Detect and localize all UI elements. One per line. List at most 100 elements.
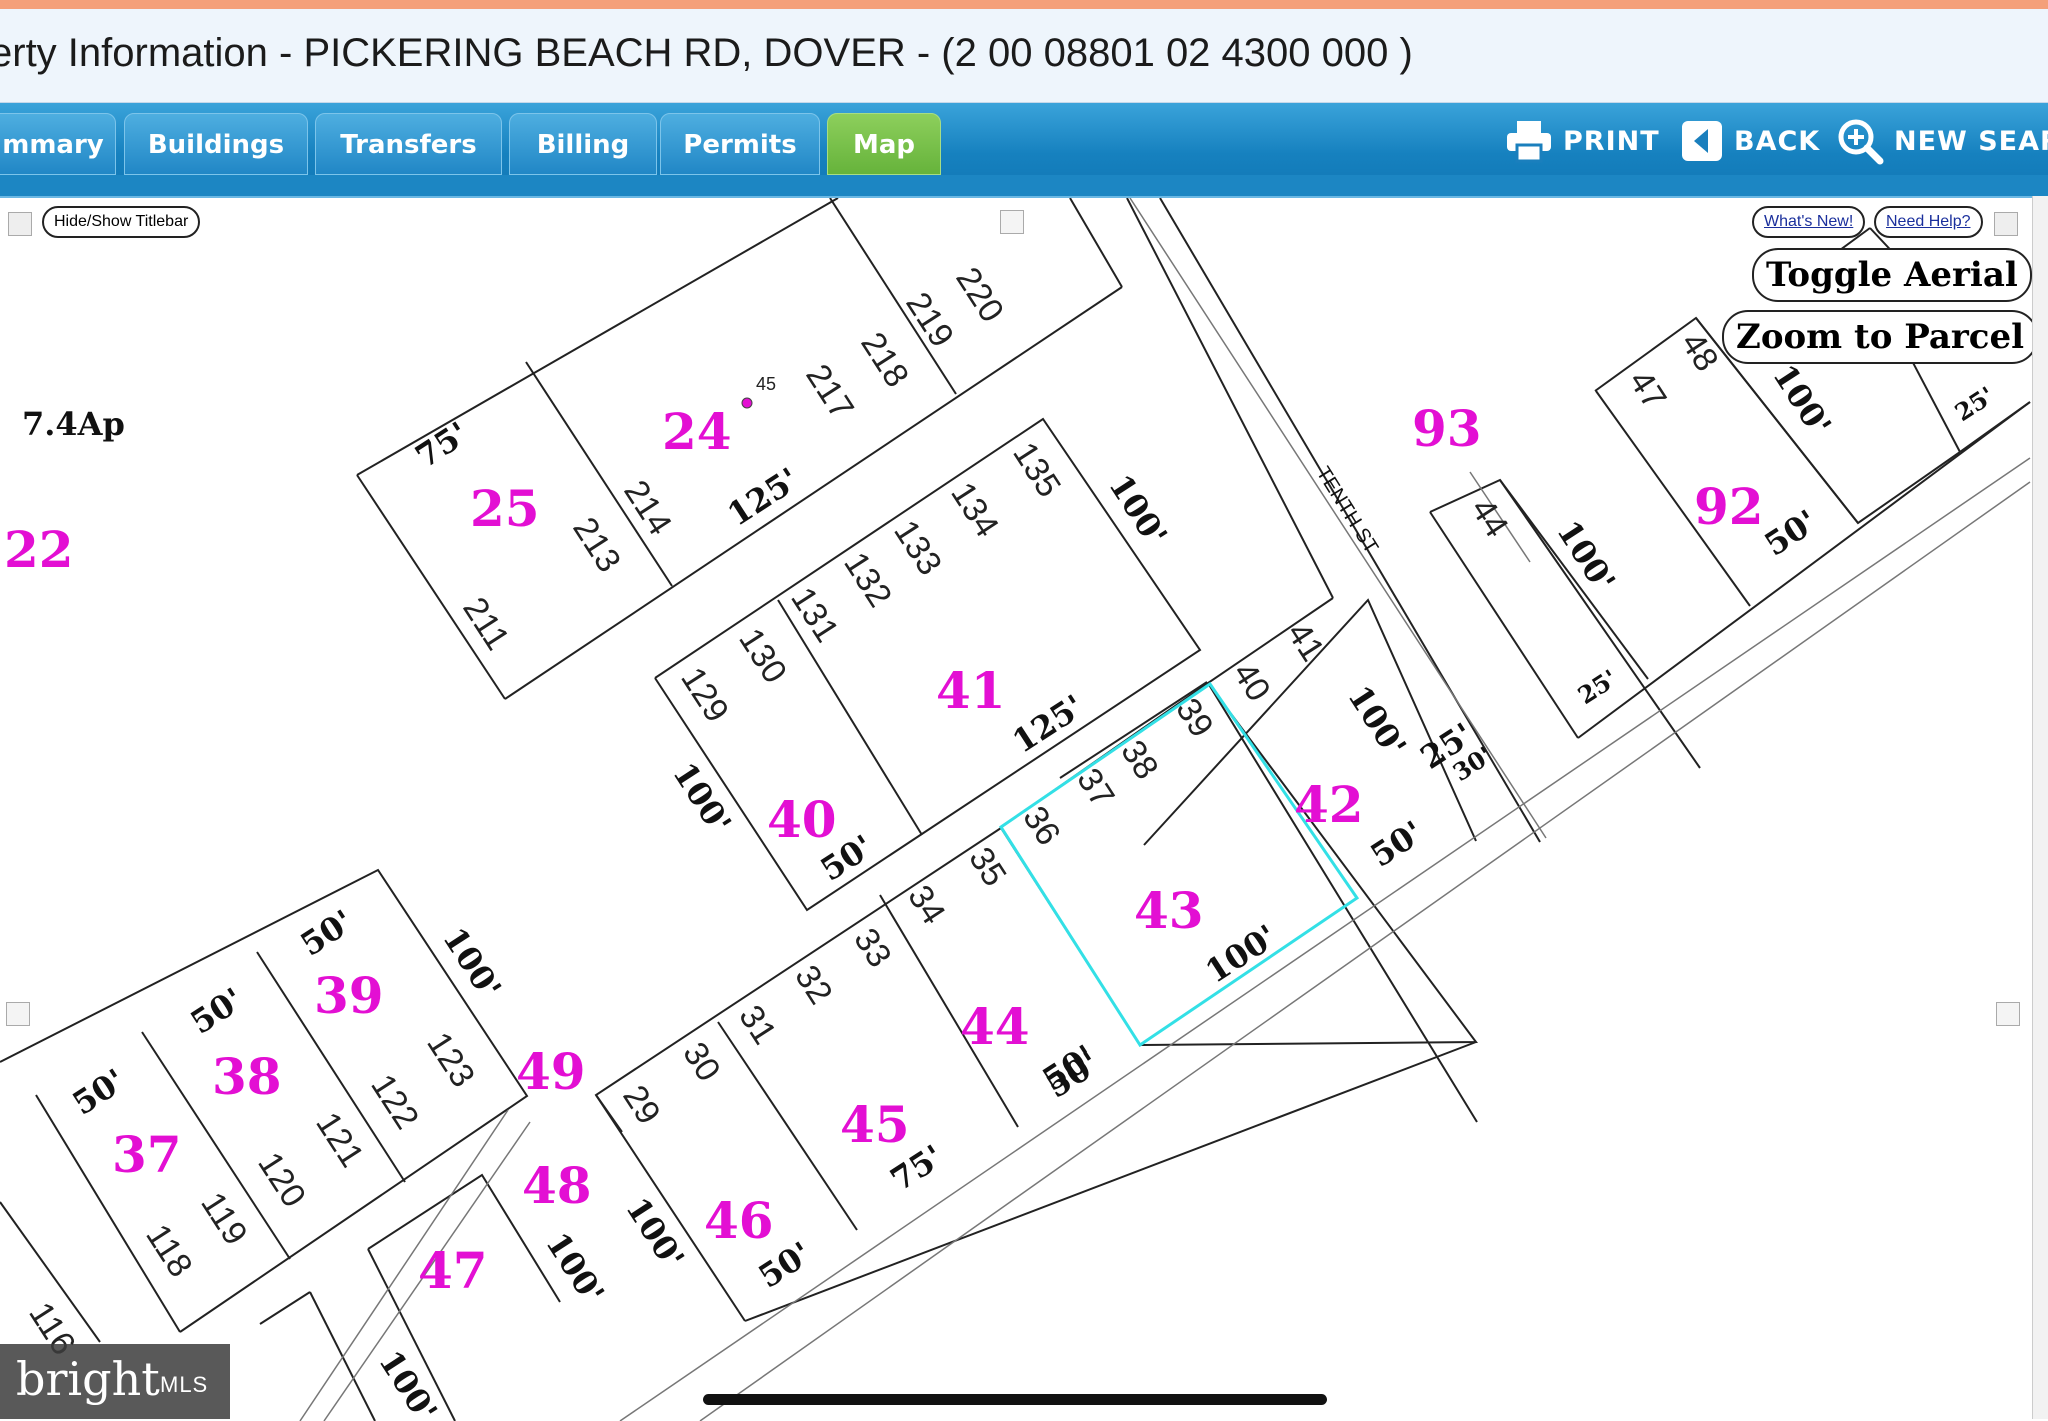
dimension-label: 50' xyxy=(294,902,360,963)
back-button[interactable]: BACK xyxy=(1680,115,1820,167)
dimension-label: 50' xyxy=(184,980,250,1041)
lot-number: 133 xyxy=(886,514,949,582)
parcel-lines xyxy=(0,198,2031,1421)
watermark-brand: bright xyxy=(16,1352,160,1406)
lot-number: 211 xyxy=(455,591,516,657)
tab-buildings[interactable]: Buildings xyxy=(124,113,308,175)
lot-number: 220 xyxy=(948,261,1011,329)
expand-corner-icon[interactable] xyxy=(1994,212,2018,236)
tab-billing[interactable]: Billing xyxy=(509,113,657,175)
hide-show-titlebar-button[interactable]: Hide/Show Titlebar xyxy=(42,206,201,238)
dimension-label: 100' xyxy=(665,756,739,841)
lot-number: 47 xyxy=(1621,364,1673,416)
top-accent-bar xyxy=(0,0,2048,9)
lot-number: 218 xyxy=(853,326,916,394)
parcel-number: 44 xyxy=(960,997,1030,1056)
lot-number: 37 xyxy=(1069,762,1121,814)
tab-permits[interactable]: Permits xyxy=(660,113,820,175)
print-button[interactable]: PRINT xyxy=(1505,115,1660,167)
zoom-search-icon xyxy=(1838,119,1884,165)
dimension-label: 50' xyxy=(1364,813,1430,874)
lot-number: 34 xyxy=(900,879,952,931)
tab-transfers[interactable]: Transfers xyxy=(315,113,502,175)
parcel-number: 40 xyxy=(767,790,837,849)
collapse-corner-icon[interactable] xyxy=(8,212,32,236)
printer-icon xyxy=(1507,121,1551,163)
lot-number: 122 xyxy=(363,1068,426,1136)
lot-number: 31 xyxy=(731,999,783,1051)
parcel-map-svg[interactable]: 22 24 25 41 40 93 92 39 38 37 43 42 44 4… xyxy=(0,198,2048,1421)
area-label: 7.4Ap xyxy=(22,405,125,443)
dimension-label: 100' xyxy=(618,1191,692,1276)
nav-strip xyxy=(0,175,2048,196)
pan-left-icon[interactable] xyxy=(6,1002,30,1026)
selected-parcel-number: 43 xyxy=(1134,881,1204,940)
dimension-label: 100' xyxy=(1549,514,1623,599)
parcel-number: 39 xyxy=(314,966,384,1025)
lot-number: 214 xyxy=(616,474,679,542)
whats-new-link[interactable]: What's New! xyxy=(1752,206,1866,238)
pan-right-icon[interactable] xyxy=(1996,1002,2020,1026)
parcel-number: 47 xyxy=(418,1241,488,1300)
new-search-button[interactable]: NEW SEARC xyxy=(1836,115,2048,167)
right-edge-panel xyxy=(2032,196,2048,1419)
toggle-aerial-button[interactable]: Toggle Aerial xyxy=(1752,248,2032,302)
lot-number: 38 xyxy=(1113,734,1165,786)
parcel-point xyxy=(741,397,753,409)
parcel-map[interactable]: 22 24 25 41 40 93 92 39 38 37 43 42 44 4… xyxy=(0,196,2048,1421)
parcel-number: 92 xyxy=(1694,477,1764,536)
lot-number: 41 xyxy=(1279,616,1331,668)
title-bar: erty Information - PICKERING BEACH RD, D… xyxy=(0,9,2048,103)
lot-number: 118 xyxy=(138,1218,199,1284)
parcel-number: 38 xyxy=(212,1047,282,1106)
lot-number: 135 xyxy=(1005,436,1068,504)
lot-number: 119 xyxy=(193,1186,254,1252)
parcel-number: 37 xyxy=(112,1125,182,1184)
pan-up-icon[interactable] xyxy=(1000,210,1024,234)
lot-number: 32 xyxy=(787,959,839,1011)
back-label: BACK xyxy=(1734,125,1821,157)
parcel-number: 42 xyxy=(1294,775,1364,834)
dimension-label: 50' xyxy=(66,1061,132,1122)
lot-number: 30 xyxy=(675,1036,727,1088)
back-arrow-icon xyxy=(1682,121,1722,161)
lot-number: 29 xyxy=(615,1079,667,1131)
street-label: TENTH ST xyxy=(1312,463,1382,558)
dimension-label: 100' xyxy=(1340,679,1414,764)
lot-number: 132 xyxy=(836,546,899,614)
tab-map[interactable]: Map xyxy=(827,113,941,175)
lot-number: 40 xyxy=(1225,656,1277,708)
dimension-label: 75' xyxy=(409,414,475,475)
dimension-label: 100' xyxy=(435,921,509,1006)
lot-number: 39 xyxy=(1168,692,1220,744)
lot-number: 134 xyxy=(943,476,1006,544)
parcel-number: 45 xyxy=(840,1095,910,1154)
lot-number: 33 xyxy=(846,922,898,974)
parcel-number: 41 xyxy=(936,661,1006,720)
parcel-number: 24 xyxy=(662,402,732,461)
lot-number: 45 xyxy=(756,374,776,394)
lot-number: 48 xyxy=(1673,326,1725,378)
dimension-label: 100' xyxy=(371,1344,445,1421)
dimension-label: 125' xyxy=(721,460,806,534)
zoom-to-parcel-button[interactable]: Zoom to Parcel xyxy=(1722,310,2039,364)
parcel-number: 49 xyxy=(516,1042,586,1101)
nav-bar: mmary Buildings Transfers Billing Permit… xyxy=(0,103,2048,196)
dimension-label: 100' xyxy=(1765,358,1839,443)
bright-mls-watermark: bright MLS xyxy=(0,1344,230,1419)
tab-summary[interactable]: mmary xyxy=(0,113,116,175)
dimension-label: 100' xyxy=(1101,468,1175,553)
dimension-label: 25' xyxy=(1572,664,1622,711)
lot-number: 44 xyxy=(1463,492,1515,544)
parcel-number: 25 xyxy=(470,479,540,538)
lot-number: 131 xyxy=(783,581,846,649)
lot-number: 123 xyxy=(419,1026,482,1094)
need-help-link[interactable]: Need Help? xyxy=(1874,206,1983,238)
home-indicator xyxy=(703,1394,1327,1405)
page-title: erty Information - PICKERING BEACH RD, D… xyxy=(0,31,1413,75)
dimension-label: 50' xyxy=(1758,502,1824,563)
parcel-number: 22 xyxy=(4,520,74,579)
print-label: PRINT xyxy=(1563,125,1660,157)
lot-number: 213 xyxy=(565,511,628,579)
lot-number: 36 xyxy=(1015,800,1067,852)
